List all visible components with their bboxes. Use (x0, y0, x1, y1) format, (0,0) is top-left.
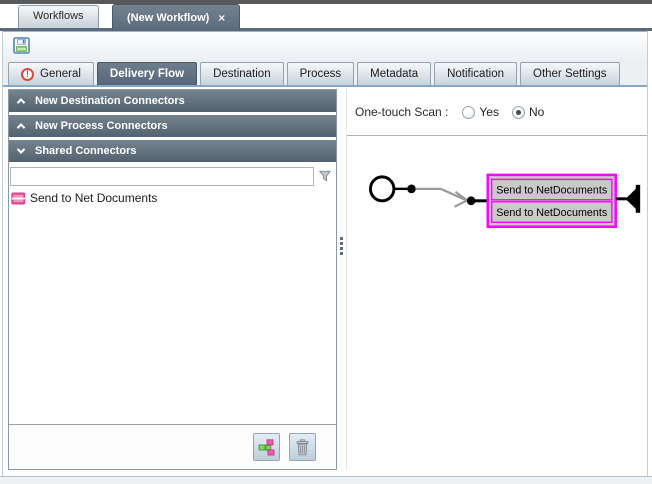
accordion-label: Shared Connectors (35, 145, 136, 157)
delete-connector-button[interactable] (289, 433, 316, 461)
accordion-new-destination-connectors[interactable]: New Destination Connectors (9, 90, 336, 112)
list-item-label: Send to Net Documents (30, 191, 157, 205)
tab-delivery-flow[interactable]: Delivery Flow (97, 62, 197, 85)
window-tab-strip: Workflows (New Workflow) × (0, 4, 652, 31)
panel-splitter[interactable] (337, 89, 346, 470)
chevron-up-icon (17, 98, 25, 106)
connector-panel: New Destination Connectors New Process C… (8, 89, 337, 470)
tab-destination[interactable]: Destination (200, 62, 284, 85)
tab-metadata[interactable]: Metadata (357, 62, 431, 85)
splitter-grip-icon (340, 237, 343, 255)
tab-metadata-label: Metadata (370, 68, 418, 80)
connector-node-icon (11, 192, 26, 205)
editor-frame: ! General Delivery Flow Destination Proc… (2, 31, 648, 476)
save-button[interactable] (11, 36, 31, 56)
tab-new-workflow[interactable]: (New Workflow) × (112, 4, 240, 31)
funnel-icon (318, 169, 332, 183)
workflow-canvas[interactable]: Send to NetDocuments Send to NetDocument… (347, 137, 647, 470)
end-terminal-bar (636, 185, 640, 213)
task-step-2-label: Send to NetDocuments (496, 207, 608, 219)
tab-process[interactable]: Process (287, 62, 355, 85)
connector-filter-row (9, 165, 336, 187)
delivery-flow-content: New Destination Connectors New Process C… (3, 89, 647, 470)
warning-icon: ! (21, 68, 34, 81)
tab-general[interactable]: ! General (8, 62, 94, 85)
list-item-send-to-net-documents[interactable]: Send to Net Documents (9, 190, 336, 206)
shared-connector-list: Send to Net Documents (9, 187, 336, 424)
end-terminal-icon[interactable] (626, 188, 637, 209)
tab-new-workflow-label: (New Workflow) (127, 8, 209, 29)
radio-yes-label: Yes (479, 105, 499, 119)
connector-branch-icon (258, 439, 275, 456)
tab-notification[interactable]: Notification (434, 62, 517, 85)
chevron-down-icon (17, 145, 25, 153)
one-touch-scan-label: One-touch Scan : (355, 105, 448, 119)
accordion-shared-connectors[interactable]: Shared Connectors (9, 140, 336, 162)
chevron-up-icon (17, 123, 25, 131)
tab-general-label: General (40, 68, 81, 80)
radio-option-no[interactable]: No (512, 105, 544, 119)
radio-option-yes[interactable]: Yes (462, 105, 499, 119)
connector-panel-footer (9, 424, 336, 469)
share-connector-button[interactable] (253, 433, 280, 461)
radio-yes[interactable] (462, 106, 475, 119)
tab-workflows-label: Workflows (33, 10, 84, 22)
section-tab-row: ! General Delivery Flow Destination Proc… (3, 59, 647, 87)
workflow-diagram: Send to NetDocuments Send to NetDocument… (347, 137, 647, 470)
workflow-editor-window: { "window_tabs": { "items": [ { "label":… (0, 0, 652, 484)
accordion-label: New Destination Connectors (35, 95, 185, 107)
tab-workflows[interactable]: Workflows (18, 5, 99, 28)
connector-dot[interactable] (467, 196, 476, 205)
tab-other-settings-label: Other Settings (533, 68, 607, 80)
radio-no-label: No (529, 105, 544, 119)
accordion-label: New Process Connectors (35, 120, 168, 132)
tab-notification-label: Notification (447, 68, 504, 80)
tab-other-settings[interactable]: Other Settings (520, 62, 620, 85)
filter-button[interactable] (314, 166, 335, 186)
accordion-new-process-connectors[interactable]: New Process Connectors (9, 115, 336, 137)
tab-process-label: Process (300, 68, 342, 80)
editor-toolbar (3, 31, 647, 59)
flow-panel: One-touch Scan : Yes No (346, 89, 647, 470)
connector-dot[interactable] (407, 184, 416, 193)
tab-destination-label: Destination (213, 68, 271, 80)
radio-no[interactable] (512, 106, 525, 119)
bottom-strip (0, 476, 652, 484)
connector-filter-input[interactable] (10, 167, 314, 186)
tab-delivery-flow-label: Delivery Flow (110, 68, 184, 80)
start-node[interactable] (370, 177, 393, 201)
trash-icon (295, 439, 310, 456)
save-icon (13, 37, 30, 54)
flow-arrowhead-icon (454, 192, 467, 207)
one-touch-scan-row: One-touch Scan : Yes No (347, 89, 647, 135)
task-step-1-label: Send to NetDocuments (496, 184, 608, 196)
close-tab-icon[interactable]: × (218, 12, 225, 24)
